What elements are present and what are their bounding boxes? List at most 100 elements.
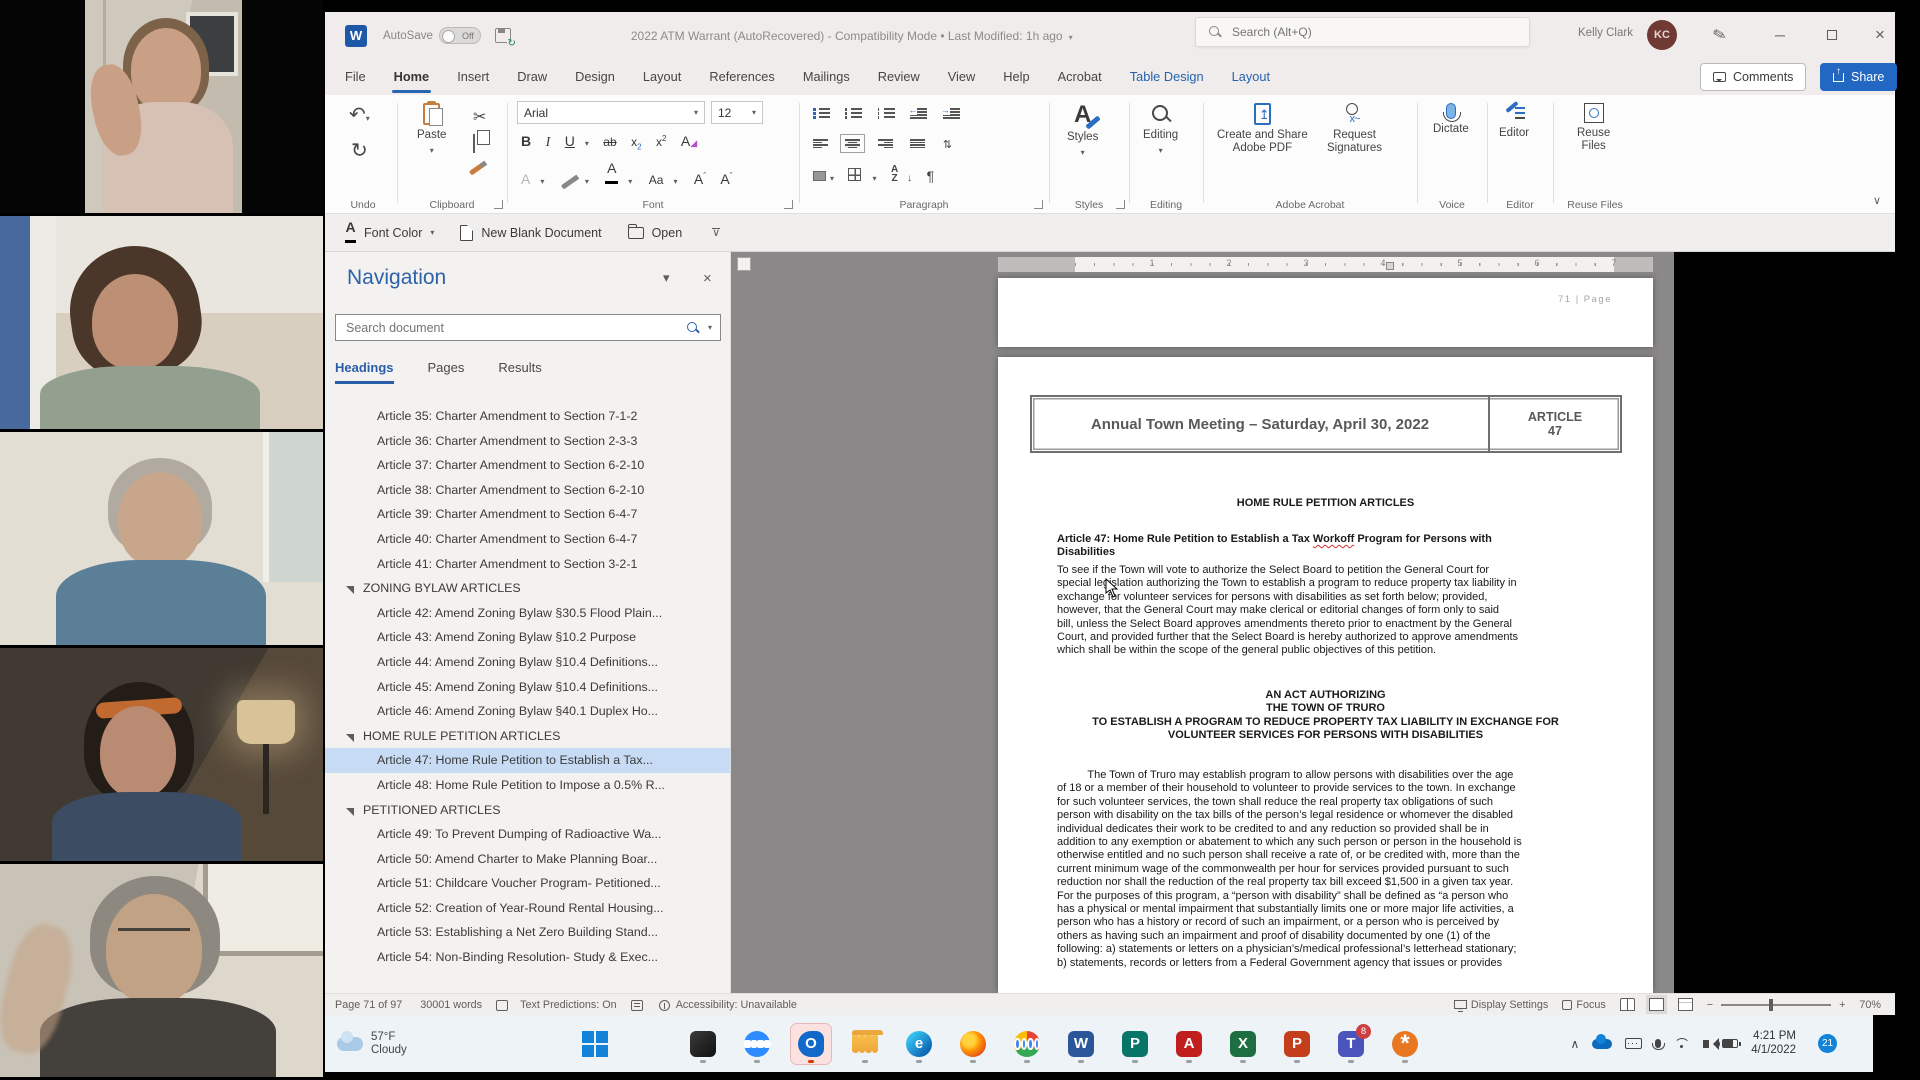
battery-icon[interactable] (1722, 1039, 1738, 1048)
read-mode-button[interactable] (1620, 998, 1635, 1011)
superscript-button[interactable]: x2 (656, 134, 666, 149)
ribbon-tab[interactable]: Review (864, 59, 934, 95)
clipboard-dialog-launcher[interactable] (494, 200, 503, 209)
navigation-close-button[interactable]: × (703, 270, 712, 287)
font-size-combo[interactable]: 12▾ (711, 101, 763, 124)
proofing-icon[interactable] (496, 1000, 508, 1011)
ribbon-tab[interactable]: File (331, 59, 380, 95)
mic-tray-icon[interactable] (1655, 1039, 1661, 1048)
nav-heading-item[interactable]: Article 54: Non-Binding Resolution- Stud… (325, 945, 731, 970)
autosave-toggle[interactable]: AutoSave Off (383, 27, 481, 44)
ribbon-tab[interactable]: References (695, 59, 788, 95)
qat-overflow-button[interactable]: ∨ (712, 228, 720, 237)
decrease-indent-button[interactable] (910, 108, 927, 118)
nav-heading-item[interactable]: Article 39: Charter Amendment to Section… (325, 502, 731, 527)
editor-button[interactable]: Editor (1499, 103, 1529, 140)
print-layout-button[interactable] (1649, 998, 1664, 1011)
share-button[interactable]: Share (1820, 63, 1897, 91)
onedrive-icon[interactable] (1592, 1039, 1612, 1049)
line-spacing-button[interactable]: ⇅ (943, 139, 952, 151)
word-count[interactable]: 30001 words (420, 999, 482, 1011)
open-button[interactable]: Open (628, 226, 683, 240)
nav-heading-item[interactable]: Article 38: Charter Amendment to Section… (325, 478, 731, 503)
document-canvas[interactable]: 1234567 71 | Page Annual Town Meeting – … (731, 252, 1674, 993)
format-painter-button[interactable] (469, 161, 483, 166)
feedback-icon[interactable]: ✎ (1711, 24, 1729, 47)
navigation-tab[interactable]: Pages (428, 360, 465, 384)
change-case-button[interactable]: Aa (649, 173, 664, 187)
notification-count[interactable]: 21 (1818, 1034, 1837, 1053)
shrink-font-button[interactable]: Aˇ (720, 171, 732, 187)
avatar[interactable]: KC (1647, 20, 1677, 50)
search-button[interactable] (629, 1024, 669, 1064)
subscript-button[interactable]: x2 (631, 135, 641, 151)
zoom-app[interactable] (737, 1024, 777, 1064)
web-layout-button[interactable] (1678, 998, 1693, 1011)
participant-video-4[interactable] (0, 648, 323, 864)
nav-heading-item[interactable]: Article 49: To Prevent Dumping of Radioa… (325, 822, 731, 847)
create-pdf-button[interactable]: Create and ShareAdobe PDF (1217, 103, 1308, 155)
participant-video-5[interactable] (0, 864, 323, 1080)
ribbon-tab[interactable]: Layout (629, 59, 695, 95)
word-app-icon[interactable]: W (345, 25, 367, 47)
grow-font-button[interactable]: Aˆ (694, 171, 706, 187)
copy-button[interactable] (473, 135, 475, 153)
ribbon-tab[interactable]: Acrobat (1044, 59, 1116, 95)
acrobat-app[interactable]: A (1169, 1024, 1209, 1064)
text-predictions[interactable]: Text Predictions: On (520, 999, 617, 1011)
nav-heading-item[interactable]: Article 44: Amend Zoning Bylaw §10.4 Def… (325, 650, 731, 675)
volume-icon[interactable] (1703, 1040, 1709, 1048)
comments-button[interactable]: Comments (1700, 63, 1806, 91)
restore-button[interactable] (1817, 20, 1847, 50)
request-signatures-button[interactable]: RequestSignatures (1327, 103, 1382, 155)
collapse-ribbon-button[interactable]: ∨ (1873, 194, 1881, 207)
nav-heading-item[interactable]: Article 42: Amend Zoning Bylaw §30.5 Flo… (325, 601, 731, 626)
ribbon-tab[interactable]: Home (380, 59, 444, 95)
touch-keyboard-icon[interactable] (1625, 1038, 1642, 1049)
ribbon-tab[interactable]: Insert (443, 59, 503, 95)
dictate-button[interactable]: Dictate (1433, 103, 1469, 136)
shading-button[interactable] (813, 171, 826, 181)
ribbon-tab[interactable]: Design (561, 59, 629, 95)
pinwheel-app[interactable]: * (1385, 1024, 1425, 1064)
sort-button[interactable]: AZ (891, 165, 898, 183)
align-right-button[interactable] (878, 139, 893, 148)
increase-indent-button[interactable] (943, 108, 960, 118)
word-app[interactable]: W (1061, 1024, 1101, 1064)
navigation-options-button[interactable]: ▾ (663, 270, 670, 286)
ribbon-tab[interactable]: Mailings (789, 59, 864, 95)
underline-caret[interactable]: ▾ (585, 139, 589, 148)
align-center-button[interactable] (845, 139, 860, 148)
nav-heading-item[interactable]: Article 48: Home Rule Petition to Impose… (325, 773, 731, 798)
wifi-icon[interactable] (1674, 1038, 1690, 1049)
zoom-slider[interactable]: − + (1707, 999, 1846, 1011)
powerpoint-app[interactable]: P (1277, 1024, 1317, 1064)
display-settings-button[interactable]: Display Settings (1454, 999, 1548, 1011)
predictions-icon[interactable] (631, 1000, 643, 1011)
font-color-button[interactable]: A (605, 163, 618, 185)
nav-heading-item[interactable]: Article 53: Establishing a Net Zero Buil… (325, 920, 731, 945)
nav-heading-item[interactable]: Article 52: Creation of Year-Round Renta… (325, 896, 731, 921)
styles-button[interactable]: A Styles ▾ (1067, 103, 1098, 157)
highlight-button[interactable] (561, 171, 575, 187)
font-dialog-launcher[interactable] (784, 200, 793, 209)
font-color-quick-button[interactable]: A Font Color▾ (345, 222, 434, 244)
start-button[interactable] (575, 1024, 615, 1064)
navigation-tab[interactable]: Results (498, 360, 541, 384)
accessibility-status[interactable]: Accessibility: Unavailable (676, 999, 797, 1011)
outlook-app[interactable]: O (791, 1024, 831, 1064)
excel-app[interactable]: X (1223, 1024, 1263, 1064)
reuse-files-button[interactable]: ReuseFiles (1577, 103, 1610, 153)
show-marks-button[interactable]: ¶ (927, 168, 935, 184)
document-page[interactable]: Annual Town Meeting – Saturday, April 30… (998, 357, 1653, 993)
paragraph-dialog-launcher[interactable] (1034, 200, 1043, 209)
italic-button[interactable]: I (546, 135, 551, 151)
ribbon-tab[interactable]: Draw (503, 59, 561, 95)
clear-formatting-button[interactable]: A◢ (681, 133, 697, 149)
nav-heading-item[interactable]: Article 41: Charter Amendment to Section… (325, 552, 731, 577)
underline-button[interactable]: U (565, 133, 575, 149)
styles-dialog-launcher[interactable] (1116, 200, 1125, 209)
navigation-search-input[interactable] (344, 320, 644, 336)
search-input[interactable] (1230, 24, 1490, 40)
weather-widget[interactable]: 57°FCloudy (337, 1031, 487, 1057)
